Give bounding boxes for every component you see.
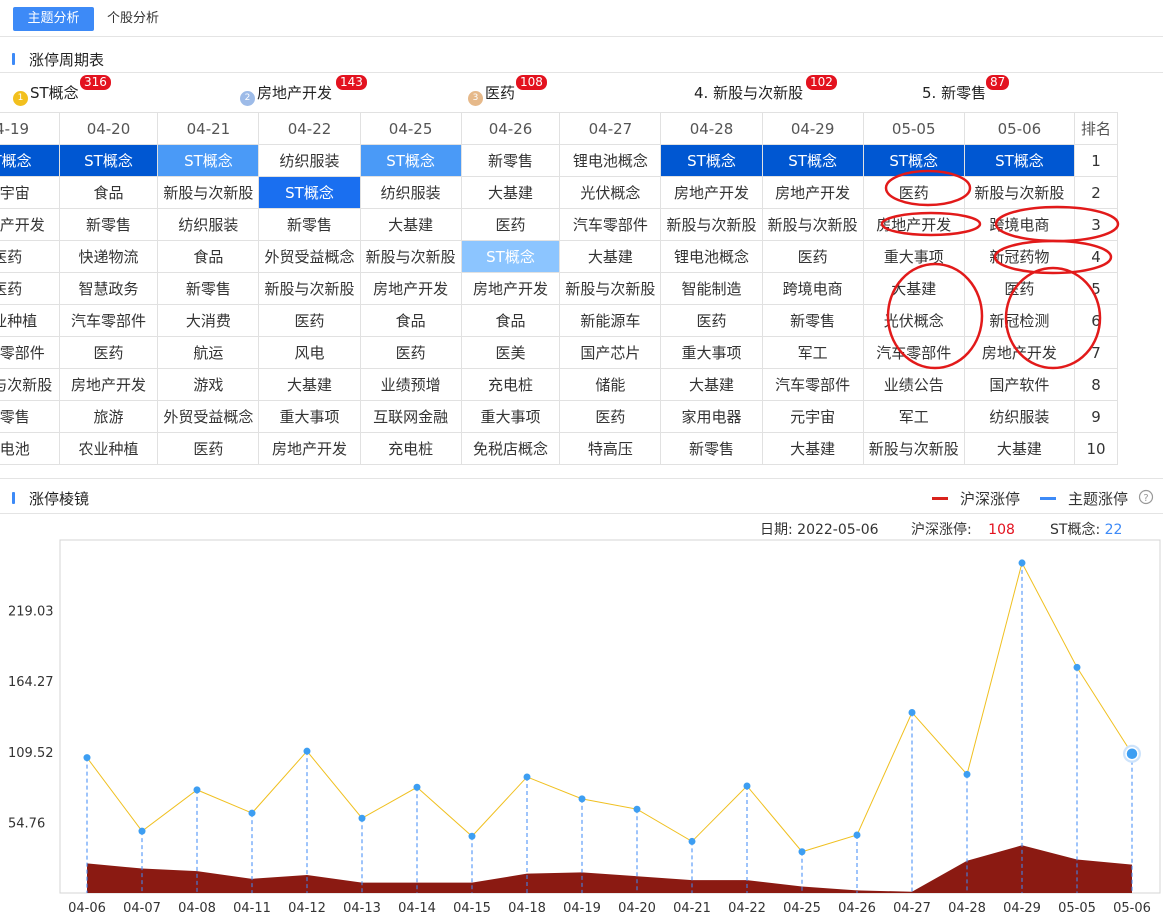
x-tick-label: 04-12 — [288, 901, 326, 916]
limit-up-prism-chart: 54.76 109.52 164.27 219.03 04-06 04-07 04-08 04… — [8, 539, 1161, 916]
y-tick-label: 109.52 — [8, 746, 54, 761]
data-point — [193, 786, 201, 794]
y-tick-label: 164.27 — [8, 675, 54, 690]
data-point-selected — [1125, 747, 1139, 761]
x-tick-label: 04-14 — [398, 901, 436, 916]
x-tick-label: 04-06 — [68, 901, 106, 916]
data-point — [1073, 663, 1081, 671]
data-point — [853, 831, 861, 839]
data-point — [303, 747, 311, 755]
x-tick-label: 04-22 — [728, 901, 766, 916]
topic-area-series — [87, 845, 1132, 893]
x-tick-label: 04-26 — [838, 901, 876, 916]
x-tick-label: 04-08 — [178, 901, 216, 916]
x-tick-label: 04-20 — [618, 901, 656, 916]
x-tick-label: 04-15 — [453, 901, 491, 916]
x-tick-label: 04-28 — [948, 901, 986, 916]
data-point — [468, 832, 476, 840]
x-tick-label: 04-25 — [783, 901, 821, 916]
x-tick-label: 04-07 — [123, 901, 161, 916]
data-point — [578, 795, 586, 803]
data-point — [798, 848, 806, 856]
x-tick-label: 04-19 — [563, 901, 601, 916]
data-point — [138, 827, 146, 835]
data-point — [83, 754, 91, 762]
data-point — [743, 782, 751, 790]
x-tick-label: 04-27 — [893, 901, 931, 916]
data-point — [248, 809, 256, 817]
data-point — [523, 773, 531, 781]
x-tick-label: 05-06 — [1113, 901, 1151, 916]
x-tick-label: 04-21 — [673, 901, 711, 916]
data-point — [358, 814, 366, 822]
x-tick-label: 05-05 — [1058, 901, 1096, 916]
data-point — [908, 708, 916, 716]
x-tick-label: 04-11 — [233, 901, 271, 916]
plot-frame — [59, 539, 1161, 894]
x-tick-label: 04-18 — [508, 901, 546, 916]
x-tick-label: 04-29 — [1003, 901, 1041, 916]
data-point — [633, 805, 641, 813]
y-tick-label: 219.03 — [8, 605, 54, 620]
x-tick-label: 04-13 — [343, 901, 381, 916]
data-point — [688, 837, 696, 845]
data-point — [1018, 559, 1026, 567]
data-point — [963, 770, 971, 778]
hs-line-series — [86, 561, 1133, 853]
y-tick-label: 54.76 — [8, 816, 45, 831]
data-point — [413, 783, 421, 791]
